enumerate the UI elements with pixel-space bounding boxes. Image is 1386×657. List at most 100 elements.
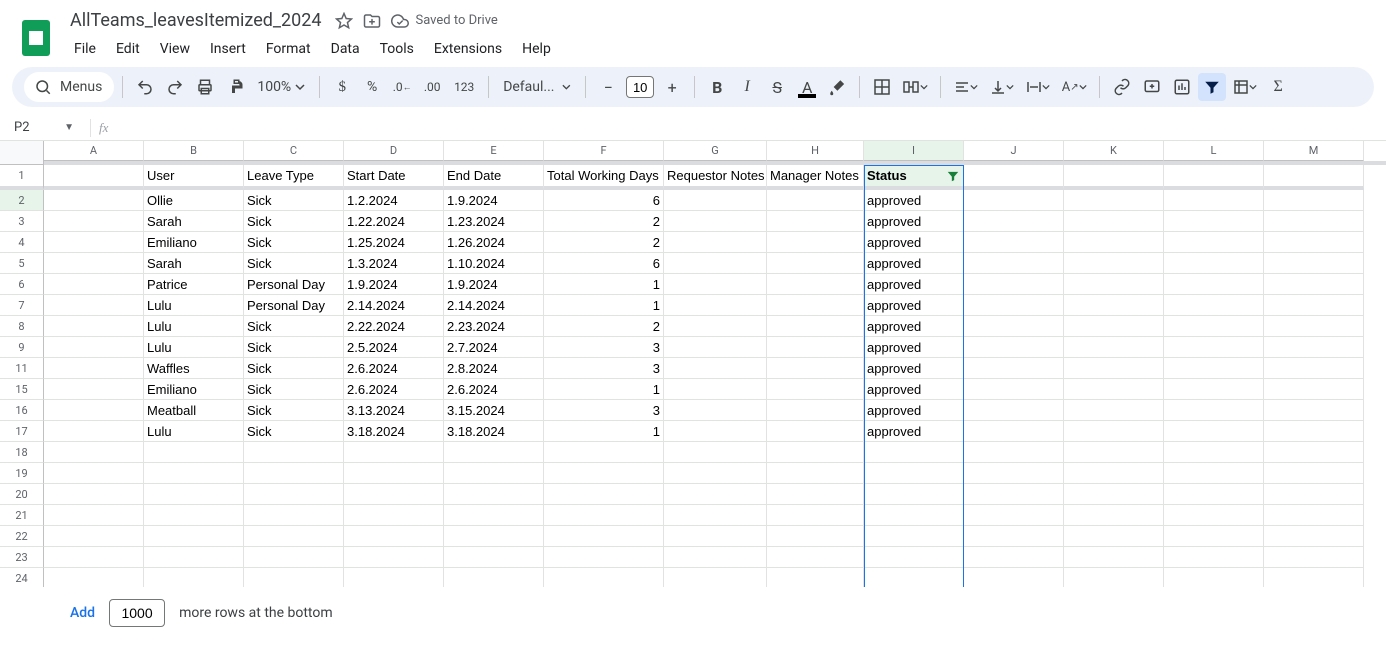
cell[interactable]: approved [864, 337, 964, 358]
paint-format-button[interactable] [221, 73, 249, 101]
cell[interactable] [44, 295, 144, 316]
cell[interactable] [1164, 190, 1264, 211]
cell[interactable] [964, 484, 1064, 505]
cell[interactable]: 1.9.2024 [444, 274, 544, 295]
cell[interactable] [144, 526, 244, 547]
cell[interactable] [964, 505, 1064, 526]
cell[interactable]: 2.5.2024 [344, 337, 444, 358]
cell[interactable] [964, 421, 1064, 442]
cell[interactable]: 1 [544, 421, 664, 442]
cell[interactable] [964, 547, 1064, 568]
cell[interactable]: Sarah [144, 253, 244, 274]
undo-button[interactable] [131, 73, 159, 101]
row-header-19[interactable]: 19 [0, 463, 44, 484]
cell[interactable] [964, 211, 1064, 232]
cell[interactable] [144, 442, 244, 463]
borders-button[interactable] [868, 73, 896, 101]
cell[interactable] [244, 463, 344, 484]
cell[interactable]: Sick [244, 190, 344, 211]
header-cell[interactable]: User [144, 165, 244, 190]
decrease-font-button[interactable]: − [594, 73, 622, 101]
cell[interactable] [1064, 337, 1164, 358]
cell[interactable] [44, 421, 144, 442]
cell[interactable]: 1 [544, 274, 664, 295]
col-header-M[interactable]: M [1264, 141, 1364, 161]
col-header-B[interactable]: B [144, 141, 244, 161]
cell[interactable]: Sick [244, 337, 344, 358]
row-header-11[interactable]: 11 [0, 358, 44, 379]
cell[interactable] [767, 211, 864, 232]
cell[interactable] [1164, 232, 1264, 253]
cell[interactable]: Emiliano [144, 232, 244, 253]
cell[interactable] [1064, 295, 1164, 316]
cell[interactable] [44, 253, 144, 274]
cell[interactable]: Patrice [144, 274, 244, 295]
strikethrough-button[interactable]: S [763, 73, 791, 101]
cell[interactable] [1264, 379, 1364, 400]
star-icon[interactable] [335, 12, 353, 30]
header-cell[interactable]: Start Date [344, 165, 444, 190]
cell[interactable]: Lulu [144, 421, 244, 442]
cell[interactable] [664, 400, 767, 421]
cell[interactable]: 1 [544, 295, 664, 316]
cell[interactable] [767, 505, 864, 526]
doc-title[interactable]: AllTeams_leavesItemized_2024 [66, 8, 325, 33]
menu-view[interactable]: View [152, 37, 198, 61]
cell[interactable] [144, 463, 244, 484]
cell[interactable] [244, 442, 344, 463]
sheets-logo[interactable] [16, 18, 56, 58]
cell[interactable]: Sick [244, 316, 344, 337]
cell[interactable] [1064, 232, 1164, 253]
cell[interactable]: Sick [244, 232, 344, 253]
cell[interactable] [767, 463, 864, 484]
cell[interactable] [964, 274, 1064, 295]
cell[interactable]: 1.10.2024 [444, 253, 544, 274]
cell[interactable] [964, 358, 1064, 379]
cell[interactable] [664, 526, 767, 547]
chart-button[interactable] [1168, 73, 1196, 101]
cell[interactable] [964, 295, 1064, 316]
header-cell[interactable] [964, 165, 1064, 190]
cell[interactable] [1164, 526, 1264, 547]
cell[interactable] [767, 484, 864, 505]
cell[interactable] [44, 358, 144, 379]
h-align-button[interactable] [949, 73, 983, 101]
cell[interactable]: 2.14.2024 [444, 295, 544, 316]
cell[interactable] [964, 337, 1064, 358]
col-header-E[interactable]: E [444, 141, 544, 161]
cell[interactable] [1064, 463, 1164, 484]
cell[interactable] [44, 442, 144, 463]
comment-button[interactable] [1138, 73, 1166, 101]
cell[interactable] [144, 484, 244, 505]
cell[interactable]: approved [864, 379, 964, 400]
cell[interactable]: 2.6.2024 [344, 358, 444, 379]
col-header-G[interactable]: G [664, 141, 767, 161]
cell[interactable] [544, 463, 664, 484]
col-header-A[interactable]: A [44, 141, 144, 161]
cell[interactable] [1064, 526, 1164, 547]
cell[interactable] [964, 442, 1064, 463]
header-cell[interactable]: End Date [444, 165, 544, 190]
cell[interactable] [444, 463, 544, 484]
cell[interactable] [1264, 505, 1364, 526]
menu-edit[interactable]: Edit [108, 37, 148, 61]
cell[interactable] [964, 190, 1064, 211]
row-header-24[interactable]: 24 [0, 568, 44, 587]
cell[interactable] [44, 463, 144, 484]
cell[interactable]: 1.23.2024 [444, 211, 544, 232]
cell[interactable] [1164, 316, 1264, 337]
menu-format[interactable]: Format [258, 37, 319, 61]
cell[interactable] [44, 526, 144, 547]
font-size-input[interactable] [626, 76, 654, 98]
menu-data[interactable]: Data [323, 37, 368, 61]
cell[interactable] [1164, 211, 1264, 232]
cell[interactable]: 1.9.2024 [444, 190, 544, 211]
cell[interactable] [44, 568, 144, 587]
col-header-I[interactable]: I [864, 141, 964, 161]
cell[interactable] [444, 568, 544, 587]
cell[interactable] [144, 505, 244, 526]
cell[interactable] [344, 568, 444, 587]
cell[interactable]: 2.8.2024 [444, 358, 544, 379]
redo-button[interactable] [161, 73, 189, 101]
v-align-button[interactable] [985, 73, 1019, 101]
